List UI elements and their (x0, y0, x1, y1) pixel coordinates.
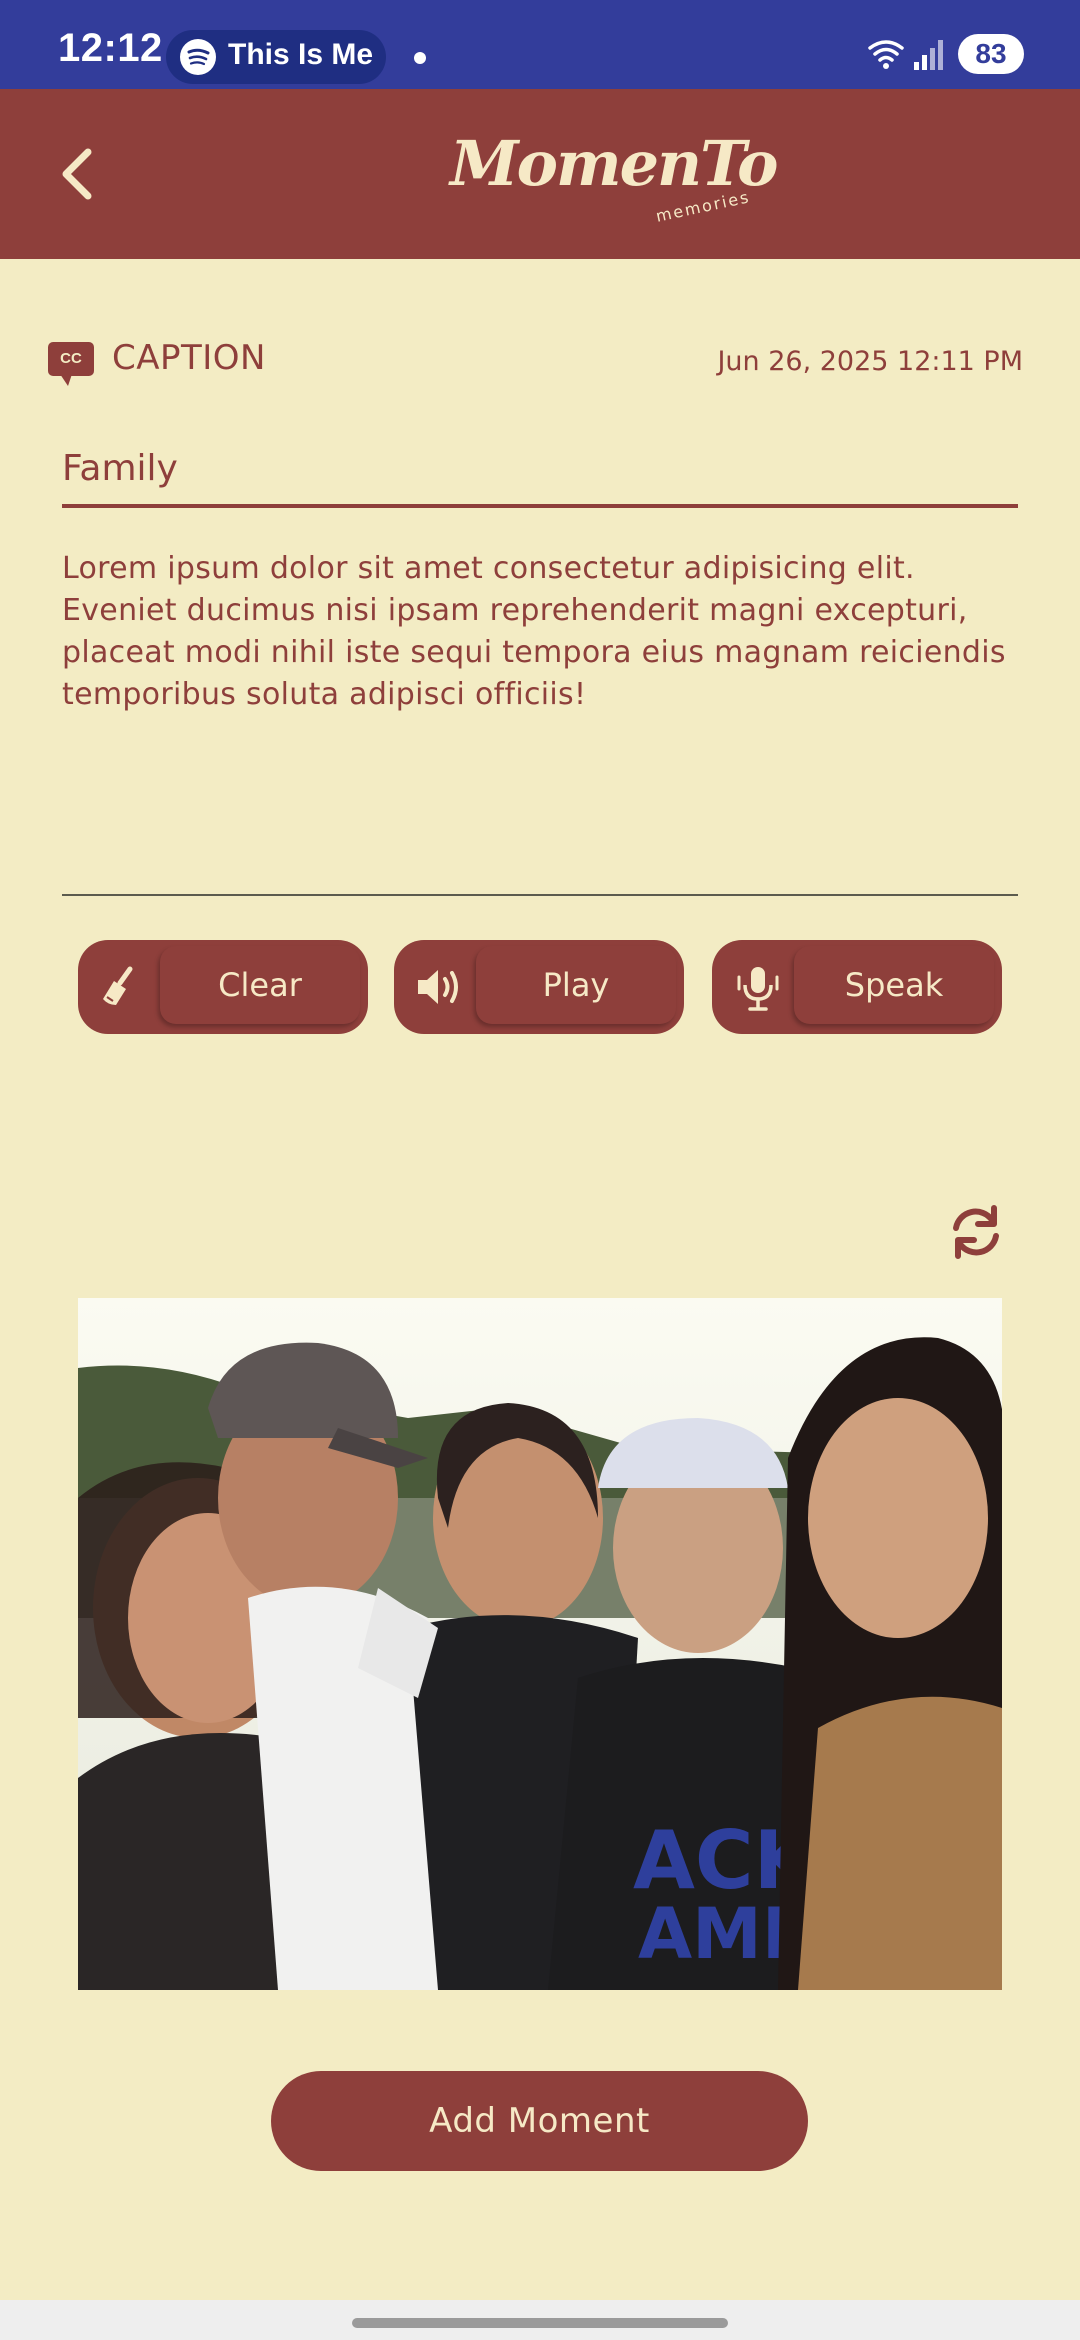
clear-button[interactable]: Clear (78, 940, 368, 1034)
status-bar: 12:12 This Is Me 83 (0, 0, 1080, 89)
speak-button[interactable]: Speak (712, 940, 1002, 1034)
speak-button-label: Speak (844, 966, 944, 1004)
home-indicator[interactable] (352, 2318, 728, 2328)
media-title: This Is Me (228, 38, 374, 71)
speaker-icon (394, 940, 474, 1034)
caption-label: CAPTION (112, 338, 266, 378)
back-arrow-icon[interactable] (50, 144, 110, 204)
play-button-label: Play (542, 966, 610, 1004)
navigation-bar (0, 2300, 1080, 2340)
play-button[interactable]: Play (394, 940, 684, 1034)
signal-icon (914, 40, 943, 70)
caption-textarea[interactable]: Lorem ipsum dolor sit amet consectetur a… (62, 548, 1018, 896)
broom-icon (78, 940, 158, 1034)
status-time: 12:12 (58, 26, 163, 70)
caption-header: CC CAPTION Jun 26, 2025 12:11 PM (48, 338, 1038, 388)
battery-indicator: 83 (958, 34, 1024, 74)
caption-textarea-value: Lorem ipsum dolor sit amet consectetur a… (62, 551, 1006, 712)
moment-photo[interactable]: ACK AMBA (78, 1298, 1002, 1990)
microphone-icon (712, 940, 792, 1034)
app-bar: MomenTo memories (0, 89, 1080, 259)
spotify-icon (180, 39, 216, 75)
add-moment-button[interactable]: Add Moment (271, 2071, 808, 2171)
title-input[interactable]: Family (62, 440, 1018, 508)
caption-date: Jun 26, 2025 12:11 PM (717, 346, 1023, 377)
closed-caption-icon: CC (48, 342, 94, 386)
logo-text: MomenTo (450, 127, 778, 200)
clear-button-label: Clear (218, 966, 302, 1004)
app-logo: MomenTo memories (450, 127, 778, 227)
group-selfie-image: ACK AMBA (78, 1298, 1002, 1990)
title-input-value: Family (62, 448, 178, 489)
media-notification-pill[interactable]: This Is Me (166, 30, 386, 84)
notification-dot-icon (414, 52, 426, 64)
wifi-icon (868, 40, 904, 69)
refresh-icon[interactable] (946, 1202, 1006, 1262)
